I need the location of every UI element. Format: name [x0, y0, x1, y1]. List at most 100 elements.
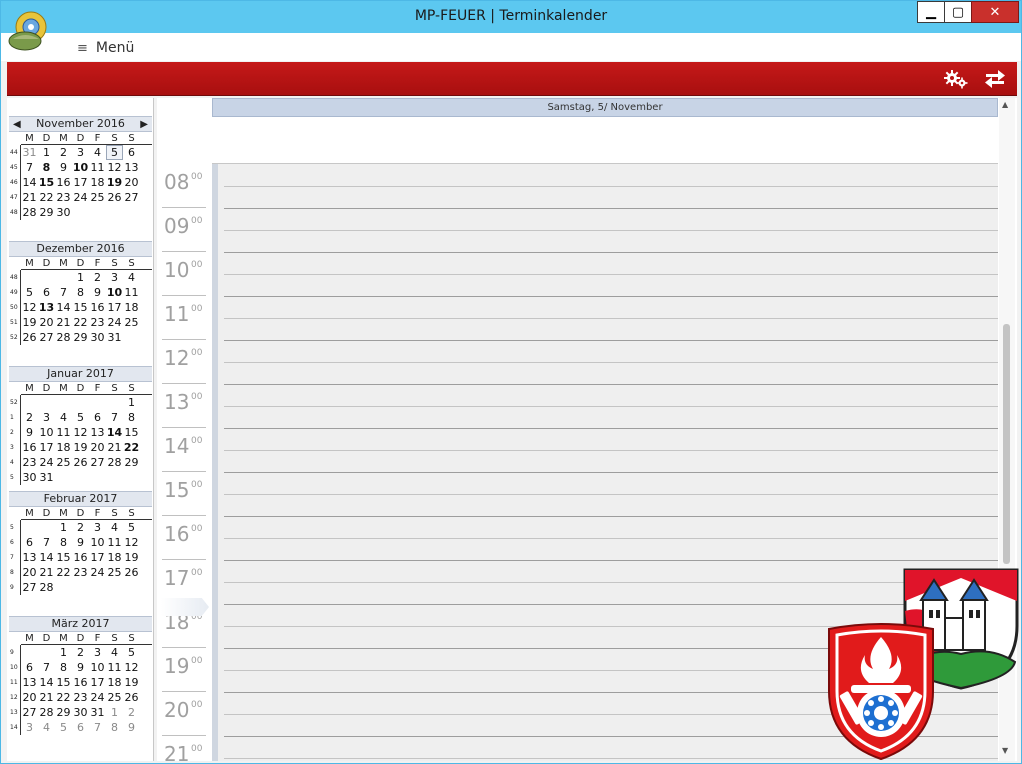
minimize-button[interactable]: ▁	[917, 1, 945, 23]
calendar-day[interactable]: 23	[72, 690, 89, 705]
calendar-day[interactable]: 18	[89, 175, 106, 190]
calendar-day[interactable]: 23	[72, 565, 89, 580]
calendar-day[interactable]: 2	[55, 145, 72, 160]
calendar-day[interactable]: 3	[89, 520, 106, 535]
close-button[interactable]: ✕	[971, 1, 1019, 23]
calendar-day[interactable]: 28	[106, 455, 123, 470]
calendar-day[interactable]: 20	[21, 565, 38, 580]
calendar-day[interactable]: 8	[38, 160, 55, 175]
calendar-day[interactable]: 8	[55, 535, 72, 550]
calendar-day[interactable]: 20	[89, 440, 106, 455]
calendar-day[interactable]: 5	[55, 720, 72, 735]
calendar-day[interactable]: 21	[106, 440, 123, 455]
calendar-day[interactable]: 16	[55, 175, 72, 190]
calendar-day[interactable]: 28	[55, 330, 72, 345]
day-header[interactable]: Samstag, 5/ November	[212, 98, 998, 117]
calendar-day[interactable]: 5	[106, 145, 123, 160]
calendar-day[interactable]: 20	[38, 315, 55, 330]
calendar-day[interactable]: 14	[55, 300, 72, 315]
calendar-day[interactable]: 14	[38, 675, 55, 690]
calendar-day[interactable]: 31	[38, 470, 55, 485]
calendar-day[interactable]: 25	[55, 455, 72, 470]
calendar-day[interactable]: 7	[21, 160, 38, 175]
calendar-day[interactable]: 1	[106, 705, 123, 720]
calendar-day[interactable]: 8	[55, 660, 72, 675]
calendar-day[interactable]: 26	[106, 190, 123, 205]
calendar-day[interactable]: 9	[72, 535, 89, 550]
calendar-day[interactable]: 16	[72, 550, 89, 565]
calendar-day[interactable]: 4	[89, 145, 106, 160]
scroll-down-arrow-icon[interactable]: ▼	[1002, 746, 1008, 755]
calendar-day[interactable]: 3	[106, 270, 123, 285]
calendar-day[interactable]: 9	[123, 720, 140, 735]
calendar-day[interactable]: 2	[123, 705, 140, 720]
calendar-day[interactable]: 28	[21, 205, 38, 220]
prev-month-arrow-icon[interactable]: ◀	[13, 118, 21, 132]
calendar-day[interactable]: 29	[55, 705, 72, 720]
calendar-day[interactable]: 17	[38, 440, 55, 455]
calendar-day[interactable]: 4	[55, 410, 72, 425]
calendar-day[interactable]: 6	[89, 410, 106, 425]
calendar-day[interactable]: 11	[106, 660, 123, 675]
calendar-day[interactable]: 20	[21, 690, 38, 705]
calendar-day[interactable]: 28	[38, 705, 55, 720]
calendar-day[interactable]: 26	[123, 690, 140, 705]
calendar-day[interactable]: 31	[106, 330, 123, 345]
calendar-day[interactable]: 13	[21, 550, 38, 565]
menu-button[interactable]: ≡ Menü	[77, 40, 134, 56]
calendar-day[interactable]: 25	[123, 315, 140, 330]
calendar-day[interactable]: 29	[123, 455, 140, 470]
calendar-day[interactable]: 3	[89, 645, 106, 660]
calendar-day[interactable]: 6	[72, 720, 89, 735]
calendar-day[interactable]: 22	[55, 565, 72, 580]
calendar-day[interactable]: 16	[89, 300, 106, 315]
calendar-day[interactable]: 8	[123, 410, 140, 425]
calendar-day[interactable]: 6	[38, 285, 55, 300]
scrollbar-thumb[interactable]	[1003, 324, 1010, 564]
calendar-day[interactable]: 4	[106, 520, 123, 535]
calendar-day[interactable]: 15	[72, 300, 89, 315]
calendar-day[interactable]: 1	[123, 395, 140, 410]
calendar-day[interactable]: 13	[21, 675, 38, 690]
calendar-day[interactable]: 2	[72, 520, 89, 535]
calendar-day[interactable]: 9	[55, 160, 72, 175]
calendar-day[interactable]: 13	[89, 425, 106, 440]
calendar-day[interactable]: 1	[38, 145, 55, 160]
calendar-day[interactable]: 11	[89, 160, 106, 175]
calendar-day[interactable]: 11	[106, 535, 123, 550]
calendar-day[interactable]: 2	[89, 270, 106, 285]
calendar-day[interactable]: 14	[106, 425, 123, 440]
calendar-day[interactable]: 27	[89, 455, 106, 470]
calendar-day[interactable]: 30	[89, 330, 106, 345]
calendar-day[interactable]: 12	[123, 660, 140, 675]
calendar-day[interactable]: 23	[89, 315, 106, 330]
calendar-day[interactable]: 10	[106, 285, 123, 300]
calendar-day[interactable]: 31	[21, 145, 38, 160]
calendar-day[interactable]: 4	[106, 645, 123, 660]
calendar-day[interactable]: 17	[72, 175, 89, 190]
calendar-day[interactable]: 23	[21, 455, 38, 470]
calendar-day[interactable]: 26	[123, 565, 140, 580]
all-day-area[interactable]	[212, 117, 998, 164]
calendar-day[interactable]: 30	[72, 705, 89, 720]
calendar-day[interactable]: 18	[123, 300, 140, 315]
calendar-day[interactable]: 28	[38, 580, 55, 595]
calendar-day[interactable]: 6	[21, 535, 38, 550]
calendar-day[interactable]: 3	[21, 720, 38, 735]
title-bar[interactable]: MP-FEUER | Terminkalender ▁ ▢ ✕	[1, 1, 1021, 33]
scroll-up-arrow-icon[interactable]: ▲	[1002, 100, 1008, 109]
calendar-day[interactable]: 14	[21, 175, 38, 190]
calendar-day[interactable]: 4	[123, 270, 140, 285]
calendar-day[interactable]: 30	[55, 205, 72, 220]
calendar-day[interactable]: 13	[38, 300, 55, 315]
calendar-day[interactable]: 19	[21, 315, 38, 330]
calendar-day[interactable]: 24	[72, 190, 89, 205]
calendar-day[interactable]: 25	[106, 565, 123, 580]
calendar-day[interactable]: 7	[106, 410, 123, 425]
next-month-arrow-icon[interactable]: ▶	[140, 118, 148, 132]
calendar-day[interactable]: 24	[89, 565, 106, 580]
calendar-day[interactable]: 19	[123, 675, 140, 690]
calendar-day[interactable]: 13	[123, 160, 140, 175]
calendar-day[interactable]: 10	[72, 160, 89, 175]
calendar-day[interactable]: 8	[72, 285, 89, 300]
